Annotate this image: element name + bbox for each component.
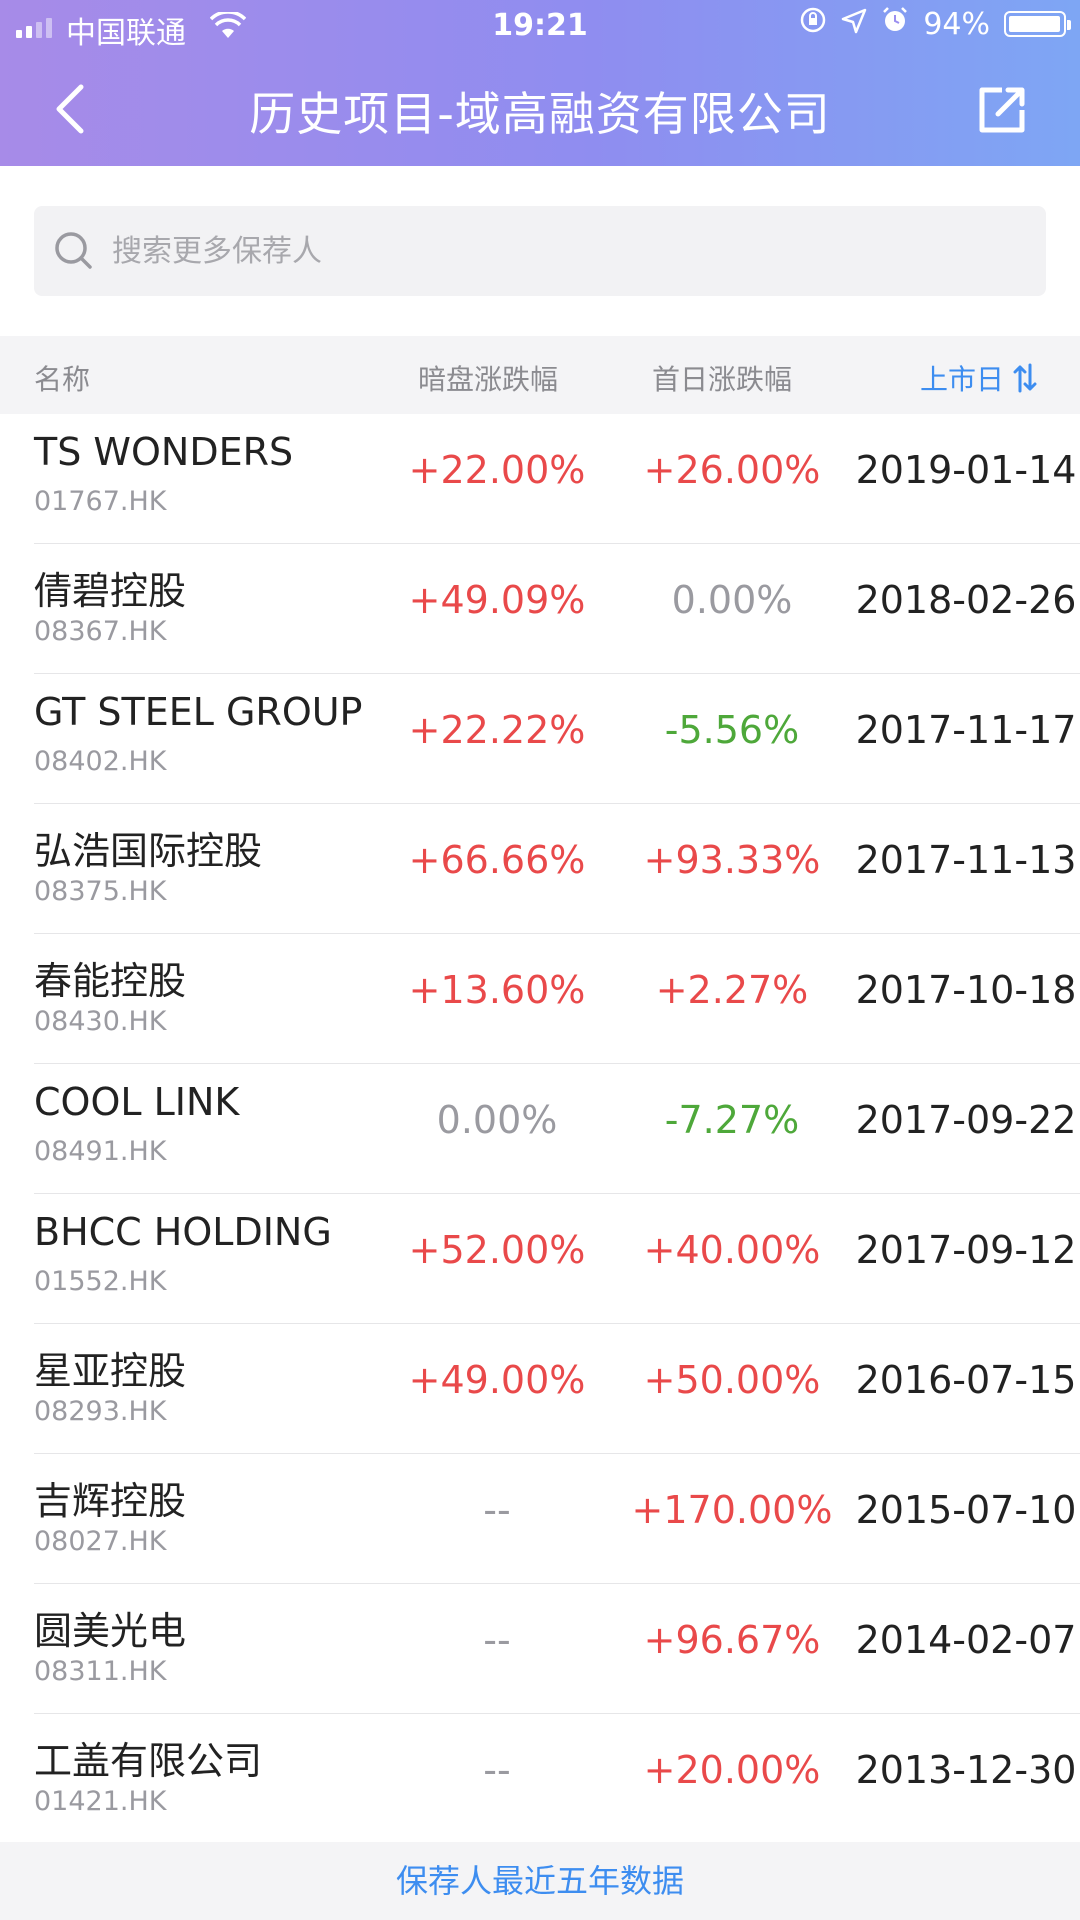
stock-code: 01552.HK — [34, 1266, 167, 1297]
dark-pool-change: +52.00% — [408, 1228, 586, 1272]
company-name: 星亚控股 — [34, 1349, 187, 1393]
listing-date: 2017-09-22 — [855, 1098, 1077, 1142]
five-year-data-button[interactable]: 保荐人最近五年数据 — [0, 1842, 1080, 1920]
table-row[interactable]: TS WONDERS 01767.HK +22.00% +26.00% 2019… — [0, 414, 1080, 544]
table-row[interactable]: 工盖有限公司 01421.HK -- +20.00% 2013-12-30 — [0, 1714, 1080, 1844]
listing-date: 2016-07-15 — [855, 1358, 1077, 1402]
table-row[interactable]: 圆美光电 08311.HK -- +96.67% 2014-02-07 — [0, 1584, 1080, 1714]
first-day-change: +20.00% — [643, 1748, 821, 1792]
first-day-change: +40.00% — [643, 1228, 821, 1272]
orientation-lock-icon — [799, 6, 827, 42]
stock-code: 08027.HK — [34, 1526, 167, 1557]
ipo-list: TS WONDERS 01767.HK +22.00% +26.00% 2019… — [0, 414, 1080, 1844]
column-header-listing-date[interactable]: 上市日 — [920, 358, 1038, 398]
navbar: 历史项目-域高融资有限公司 — [0, 52, 1080, 166]
status-bar: 中国联通 19:21 94% — [0, 0, 1080, 52]
company-name: COOL LINK — [34, 1080, 240, 1124]
listing-date: 2017-11-13 — [855, 838, 1077, 882]
table-header: 名称 暗盘涨跌幅 首日涨跌幅 上市日 — [0, 336, 1080, 414]
table-row[interactable]: GT STEEL GROUP 08402.HK +22.22% -5.56% 2… — [0, 674, 1080, 804]
table-row[interactable]: 吉辉控股 08027.HK -- +170.00% 2015-07-10 — [0, 1454, 1080, 1584]
header: 中国联通 19:21 94% 历史项目-域高融资有限公司 — [0, 0, 1080, 166]
dark-pool-change: -- — [483, 1488, 511, 1532]
dark-pool-change: +66.66% — [408, 838, 586, 882]
dark-pool-change: +49.00% — [408, 1358, 586, 1402]
dark-pool-change: +13.60% — [408, 968, 586, 1012]
stock-code: 08430.HK — [34, 1006, 167, 1037]
company-name: 弘浩国际控股 — [34, 829, 263, 873]
chevron-left-icon — [56, 84, 84, 134]
table-row[interactable]: COOL LINK 08491.HK 0.00% -7.27% 2017-09-… — [0, 1064, 1080, 1194]
table-row[interactable]: 倩碧控股 08367.HK +49.09% 0.00% 2018-02-26 — [0, 544, 1080, 674]
dark-pool-change: +22.22% — [408, 708, 586, 752]
share-icon — [979, 87, 1025, 133]
company-name: 圆美光电 — [34, 1609, 187, 1653]
company-name: GT STEEL GROUP — [34, 690, 363, 734]
company-name: TS WONDERS — [34, 430, 294, 474]
table-row[interactable]: BHCC HOLDING 01552.HK +52.00% +40.00% 20… — [0, 1194, 1080, 1324]
dark-pool-change: +49.09% — [408, 578, 586, 622]
stock-code: 08491.HK — [34, 1136, 167, 1167]
table-row[interactable]: 弘浩国际控股 08375.HK +66.66% +93.33% 2017-11-… — [0, 804, 1080, 934]
share-button[interactable] — [974, 82, 1030, 138]
first-day-change: +50.00% — [643, 1358, 821, 1402]
column-header-name: 名称 — [34, 363, 91, 396]
listing-date: 2014-02-07 — [855, 1618, 1077, 1662]
search-input[interactable] — [110, 232, 1046, 270]
first-day-change: +93.33% — [643, 838, 821, 882]
dark-pool-change: 0.00% — [436, 1098, 558, 1142]
stock-code: 08375.HK — [34, 876, 167, 907]
dark-pool-change: -- — [483, 1618, 511, 1662]
listing-date: 2017-11-17 — [855, 708, 1077, 752]
company-name: 工盖有限公司 — [34, 1739, 263, 1783]
column-header-listing-date-label: 上市日 — [920, 363, 1005, 396]
stock-code: 08311.HK — [34, 1656, 167, 1687]
company-name: 倩碧控股 — [34, 569, 187, 613]
table-row[interactable]: 星亚控股 08293.HK +49.00% +50.00% 2016-07-15 — [0, 1324, 1080, 1454]
page-title: 历史项目-域高融资有限公司 — [249, 87, 831, 141]
sort-arrows-icon — [1013, 363, 1037, 393]
battery-icon — [1004, 11, 1071, 37]
listing-date: 2017-09-12 — [855, 1228, 1077, 1272]
alarm-icon — [881, 6, 909, 42]
first-day-change: -7.27% — [664, 1098, 800, 1142]
first-day-change: +96.67% — [643, 1618, 821, 1662]
listing-date: 2015-07-10 — [855, 1488, 1077, 1532]
stock-code: 08367.HK — [34, 616, 167, 647]
company-name: 春能控股 — [34, 959, 187, 1003]
search-bar[interactable] — [34, 206, 1046, 296]
listing-date: 2013-12-30 — [855, 1748, 1077, 1792]
back-button[interactable] — [36, 74, 106, 144]
dark-pool-change: -- — [483, 1748, 511, 1792]
stock-code: 01767.HK — [34, 486, 167, 517]
battery-percent: 94% — [923, 6, 990, 42]
stock-code: 01421.HK — [34, 1786, 167, 1817]
listing-date: 2019-01-14 — [855, 448, 1077, 492]
column-header-first-day[interactable]: 首日涨跌幅 — [652, 358, 792, 398]
first-day-change: -5.56% — [664, 708, 800, 752]
location-icon — [841, 7, 867, 42]
first-day-change: 0.00% — [671, 578, 793, 622]
table-row[interactable]: 春能控股 08430.HK +13.60% +2.27% 2017-10-18 — [0, 934, 1080, 1064]
stock-code: 08402.HK — [34, 746, 167, 777]
dark-pool-change: +22.00% — [408, 448, 586, 492]
first-day-change: +170.00% — [631, 1488, 833, 1532]
search-icon — [55, 232, 92, 269]
first-day-change: +2.27% — [655, 968, 809, 1012]
column-header-dark-pool[interactable]: 暗盘涨跌幅 — [418, 358, 558, 398]
listing-date: 2018-02-26 — [855, 578, 1077, 622]
first-day-change: +26.00% — [643, 448, 821, 492]
stock-code: 08293.HK — [34, 1396, 167, 1427]
company-name: 吉辉控股 — [34, 1479, 187, 1523]
company-name: BHCC HOLDING — [34, 1210, 332, 1254]
listing-date: 2017-10-18 — [855, 968, 1077, 1012]
